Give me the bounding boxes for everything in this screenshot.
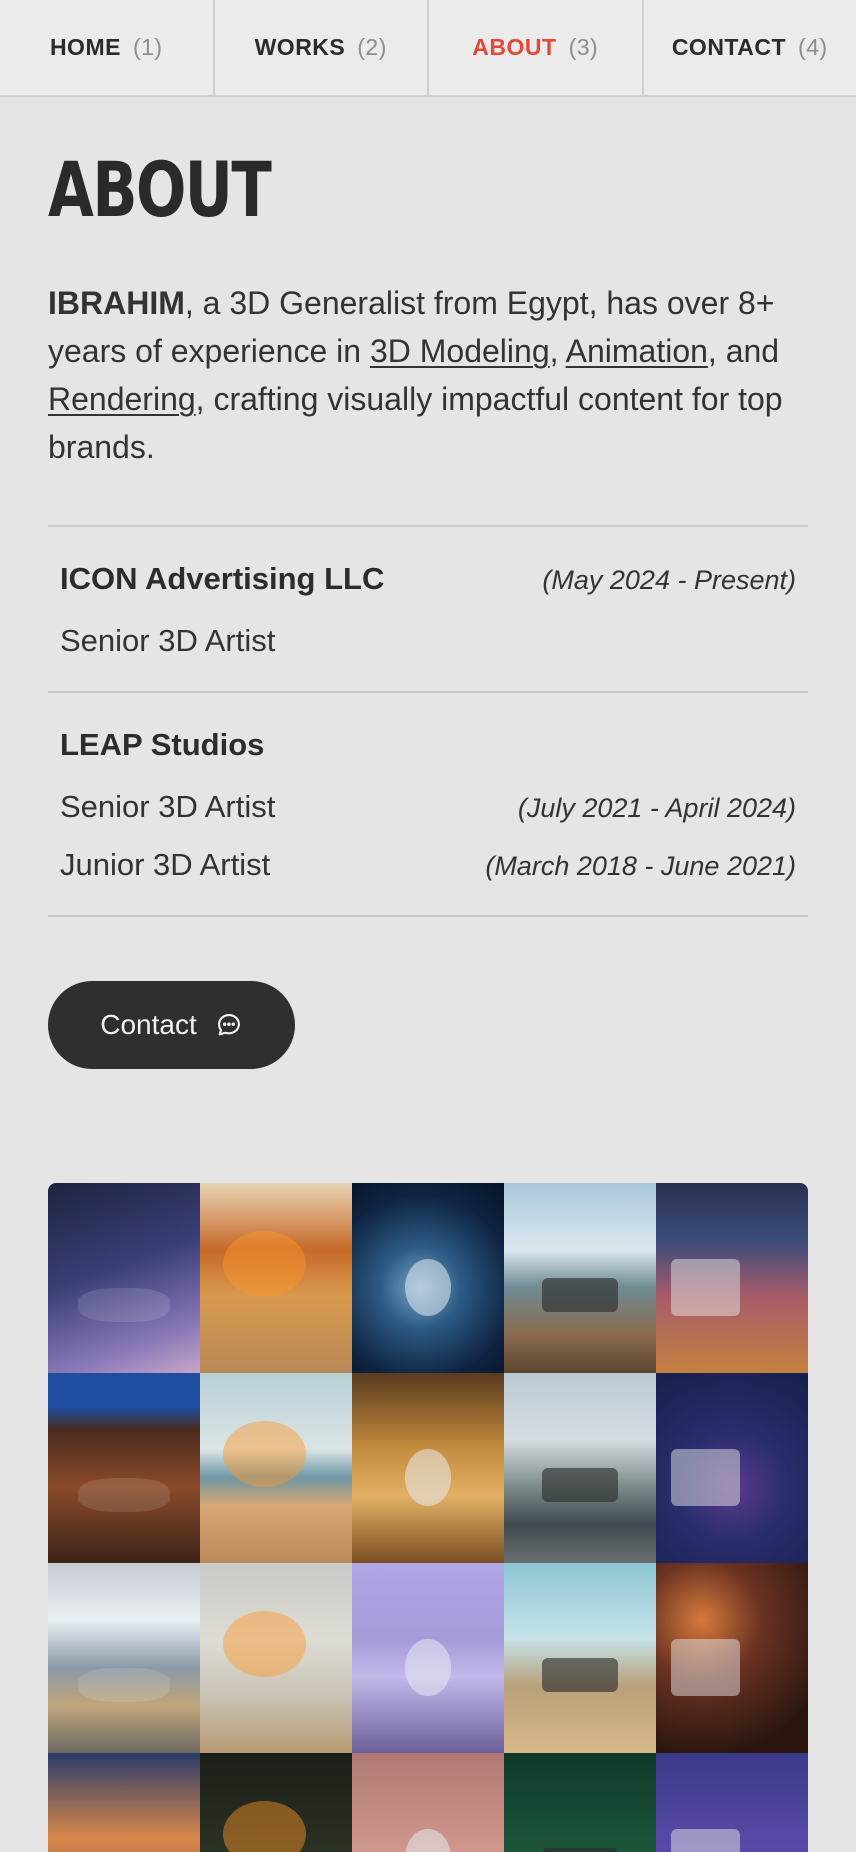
thumbnail-detail <box>222 1800 307 1852</box>
gallery-thumbnail-pink-shapes[interactable] <box>352 1753 504 1852</box>
nav-number: (1) <box>132 34 163 60</box>
work-gallery <box>48 1183 808 1852</box>
skill-link-rendering[interactable]: Rendering <box>48 381 196 417</box>
skill-link-animation[interactable]: Animation <box>566 333 708 369</box>
nav-label: WORKS <box>254 34 346 60</box>
thumbnail-detail <box>405 1449 451 1506</box>
gallery-thumbnail-vinyl-record-guy[interactable] <box>656 1373 808 1563</box>
nav-works[interactable]: WORKS (2) <box>215 0 429 95</box>
thumbnail-detail <box>222 1420 307 1487</box>
job-period: (May 2024 - Present) <box>542 565 796 595</box>
job-title: Senior 3D Artist <box>60 789 276 824</box>
experience-item: ICON Advertising LLC (May 2024 - Present… <box>48 527 808 693</box>
thumbnail-detail <box>405 1639 451 1696</box>
gallery-thumbnail-cosmic-nebula[interactable] <box>48 1183 200 1373</box>
job-title: Junior 3D Artist <box>60 847 271 882</box>
thumbnail-detail <box>671 1829 740 1852</box>
gallery-thumbnail-floating-islands-food[interactable] <box>48 1563 200 1753</box>
thumbnail-detail <box>78 1667 170 1702</box>
nav-label: CONTACT <box>671 34 787 60</box>
gallery-thumbnail-jeep-beach[interactable] <box>504 1183 656 1373</box>
contact-button-label: Contact <box>100 1009 197 1040</box>
thumbnail-detail <box>542 1848 618 1852</box>
gallery-thumbnail-suv-city-street[interactable] <box>504 1373 656 1563</box>
nav-number: (3) <box>568 34 599 60</box>
gallery-thumbnail-piano-sky[interactable] <box>352 1563 504 1753</box>
job-period: (March 2018 - June 2021) <box>485 851 796 881</box>
gallery-thumbnail-desert-picnic-balloon[interactable] <box>504 1563 656 1753</box>
thumbnail-detail <box>222 1230 307 1297</box>
bio-separator: , <box>549 333 566 369</box>
nav-contact[interactable]: CONTACT (4) <box>644 0 856 95</box>
company-name: ICON Advertising LLC <box>60 561 385 596</box>
gallery-thumbnail-green-windmills[interactable] <box>504 1753 656 1852</box>
top-nav: HOME (1) WORKS (2) ABOUT (3) CONTACT (4) <box>0 0 856 97</box>
experience-item: LEAP Studios Senior 3D Artist (July 2021… <box>48 693 808 917</box>
thumbnail-detail <box>542 1468 618 1503</box>
contact-button[interactable]: Contact <box>48 981 295 1069</box>
thumbnail-detail <box>542 1278 618 1313</box>
bio-separator: , and <box>707 333 780 369</box>
thumbnail-detail <box>405 1259 451 1316</box>
job-period: (July 2021 - April 2024) <box>517 793 796 823</box>
thumbnail-detail <box>222 1610 307 1677</box>
gallery-thumbnail-spiderman-hand-phone[interactable] <box>656 1563 808 1753</box>
gallery-thumbnail-offroad-explosion[interactable] <box>200 1183 352 1373</box>
thumbnail-detail <box>78 1287 170 1322</box>
nav-home[interactable]: HOME (1) <box>0 0 215 95</box>
gallery-thumbnail-food-truck-night[interactable] <box>656 1183 808 1373</box>
experience-list: ICON Advertising LLC (May 2024 - Present… <box>48 525 808 917</box>
nav-label: ABOUT <box>472 34 557 60</box>
gallery-thumbnail-peanut-butter-jar[interactable] <box>200 1563 352 1753</box>
bio-paragraph: IBRAHIM, a 3D Generalist from Egypt, has… <box>48 279 808 471</box>
thumbnail-detail <box>405 1829 451 1852</box>
company-name: LEAP Studios <box>60 727 265 762</box>
gallery-thumbnail-purple-buildings[interactable] <box>656 1753 808 1852</box>
thumbnail-detail <box>671 1259 740 1316</box>
gallery-thumbnail-cave-figures[interactable] <box>48 1373 200 1563</box>
gallery-thumbnail-dark-tree[interactable] <box>200 1753 352 1852</box>
gallery-thumbnail-red-truck-dunes[interactable] <box>200 1373 352 1563</box>
thumbnail-detail <box>671 1639 740 1696</box>
thumbnail-detail <box>542 1658 618 1693</box>
gallery-thumbnail-astronaut-earth[interactable] <box>352 1183 504 1373</box>
job-title: Senior 3D Artist <box>60 623 276 658</box>
skill-link-3d-modeling[interactable]: 3D Modeling <box>370 333 550 369</box>
page-title: ABOUT <box>48 145 272 234</box>
gallery-thumbnail-golden-city-cars[interactable] <box>352 1373 504 1563</box>
nav-label: HOME <box>49 34 121 60</box>
about-section: ABOUT IBRAHIM, a 3D Generalist from Egyp… <box>0 147 856 1069</box>
thumbnail-detail <box>78 1477 170 1512</box>
chat-bubble-icon <box>217 1014 240 1036</box>
nav-about[interactable]: ABOUT (3) <box>429 0 644 95</box>
artist-name: IBRAHIM <box>48 285 185 321</box>
nav-number: (4) <box>798 34 828 60</box>
nav-number: (2) <box>357 34 387 60</box>
gallery-thumbnail-bmx-rider[interactable] <box>48 1753 200 1852</box>
thumbnail-detail <box>671 1449 740 1506</box>
